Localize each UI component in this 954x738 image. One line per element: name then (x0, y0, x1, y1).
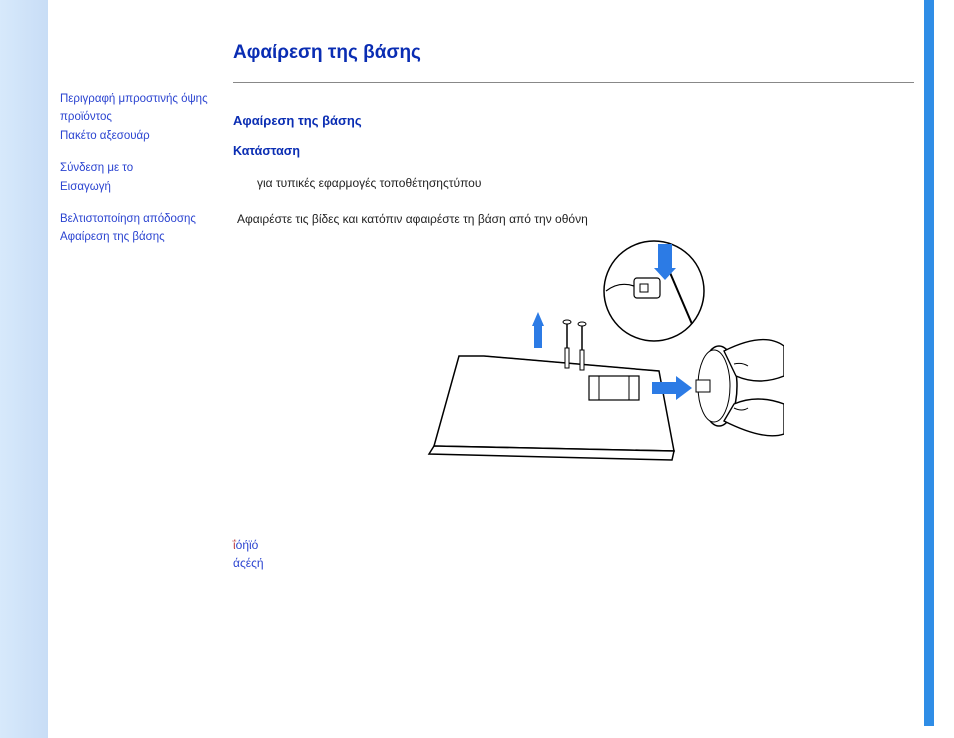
sidebar-block-1: Περιγραφή μπροστινής όψης προϊόντος Πακέ… (60, 90, 213, 145)
instruction-text: Αφαιρέστε τις βίδες και κατόπιν αφαιρέστ… (237, 212, 914, 226)
remove-base-illustration (364, 236, 784, 496)
page-container: Περιγραφή μπροστινής όψης προϊόντος Πακέ… (0, 0, 954, 738)
sidebar-link-connect[interactable]: Σύνδεση με το (60, 159, 213, 177)
illustration-container (233, 236, 914, 496)
condition-heading: Κατάσταση (233, 144, 914, 158)
sidebar-block-3: Βελτιστοποίηση απόδοσης Αφαίρεση της βάσ… (60, 210, 213, 247)
section-heading: Αφαίρεση της βάσης (233, 113, 914, 128)
sidebar-link-intro[interactable]: Εισαγωγή (60, 178, 213, 196)
sidebar-link-remove-base[interactable]: Αφαίρεση της βάσης (60, 228, 213, 246)
footer-line-2: άςέςή (233, 554, 914, 572)
sidebar-link-product-front-2[interactable]: προϊόντος (60, 108, 213, 126)
sidebar-link-accessories[interactable]: Πακέτο αξεσουάρ (60, 127, 213, 145)
footer-fragment: ΐόήϊό άςέςή (233, 536, 914, 572)
screw-1-icon (563, 320, 571, 368)
condition-text: για τυπικές εφαρμογές τοποθέτησηςτύπου (257, 176, 914, 190)
footer-line-1: ΐόήϊό (233, 536, 914, 554)
footer-frag-1b: όήϊό (236, 538, 259, 552)
sidebar-link-product-front[interactable]: Περιγραφή μπροστινής όψης (60, 90, 213, 108)
sidebar-block-2: Σύνδεση με το Εισαγωγή (60, 159, 213, 196)
left-gradient-bar (0, 0, 48, 738)
arrow-up-icon (532, 312, 544, 348)
sidebar-nav: Περιγραφή μπροστινής όψης προϊόντος Πακέ… (48, 0, 223, 738)
sidebar-link-optimize[interactable]: Βελτιστοποίηση απόδοσης (60, 210, 213, 228)
title-divider (233, 82, 914, 83)
screw-2-icon (578, 322, 586, 370)
right-blue-bar (924, 0, 934, 726)
page-title: Αφαίρεση της βάσης (233, 42, 914, 64)
main-content: Αφαίρεση της βάσης Αφαίρεση της βάσης Κα… (223, 0, 954, 738)
